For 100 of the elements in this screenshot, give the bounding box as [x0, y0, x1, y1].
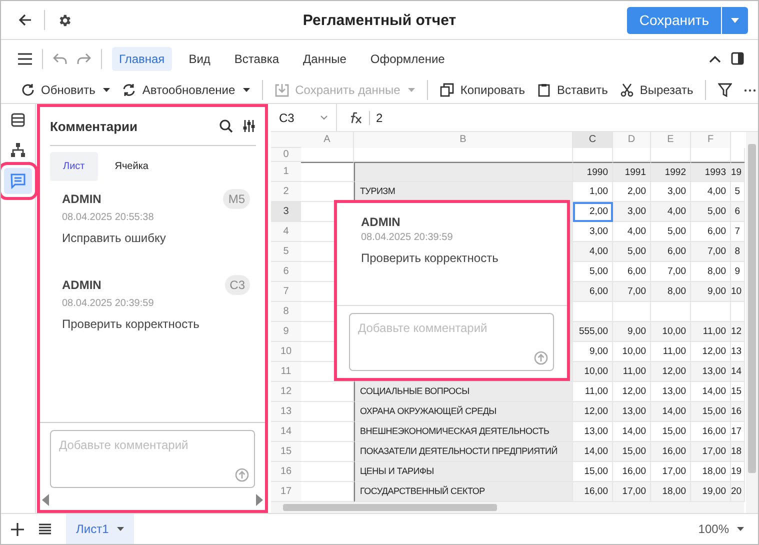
- row-header[interactable]: 17: [271, 482, 301, 502]
- row-header[interactable]: 15: [271, 442, 301, 462]
- comment-text: Проверить корректность: [62, 317, 200, 331]
- menu-tab[interactable]: Вид: [182, 46, 218, 70]
- table-cell: 19: [731, 162, 745, 182]
- scrollbar-thumb[interactable]: [283, 504, 497, 511]
- comment-icon: [10, 173, 26, 189]
- save-button[interactable]: Сохранить: [627, 6, 721, 34]
- comment-date: 08.04.2025 20:39:59: [361, 232, 454, 243]
- scrollbar[interactable]: [271, 502, 744, 513]
- corner-cell[interactable]: [271, 132, 301, 148]
- comment-text: Исправить ошибку: [62, 231, 167, 245]
- cell-reference[interactable]: M5: [223, 189, 250, 209]
- search-icon[interactable]: [219, 119, 233, 133]
- row-header[interactable]: 16: [271, 462, 301, 482]
- row-header[interactable]: 13: [271, 402, 301, 422]
- table-cell: 14: [731, 362, 745, 382]
- menu-icon[interactable]: [18, 52, 32, 64]
- save-dropdown-button[interactable]: [722, 6, 748, 34]
- undo-icon[interactable]: [53, 52, 67, 64]
- sheet-list-icon[interactable]: [39, 523, 51, 535]
- comment-input[interactable]: Добавьте комментарий: [50, 430, 255, 488]
- table-cell: 7,00: [613, 282, 651, 302]
- comment-text: Проверить корректность: [361, 251, 500, 265]
- row-header[interactable]: 9: [271, 322, 301, 342]
- row-header[interactable]: 6: [271, 262, 301, 282]
- comments-button[interactable]: [4, 168, 32, 194]
- formula-field[interactable]: 2: [370, 110, 383, 124]
- table-cell: 19,00: [691, 482, 731, 502]
- refresh-icon: [21, 83, 35, 97]
- caret-icon: [737, 527, 744, 531]
- more-icon[interactable]: [744, 88, 756, 92]
- menu-tab[interactable]: Вставка: [227, 46, 286, 70]
- add-sheet-icon[interactable]: [11, 522, 24, 536]
- toolbar-button[interactable]: Копировать: [440, 83, 525, 97]
- panel-tab[interactable]: Лист: [50, 152, 98, 181]
- collapse-icon[interactable]: [709, 54, 721, 62]
- scrollbar[interactable]: [746, 132, 758, 513]
- sheet-tab[interactable]: Лист1: [66, 514, 134, 544]
- column-header[interactable]: B: [354, 132, 573, 148]
- row-header[interactable]: 11: [271, 362, 301, 382]
- row-header[interactable]: 10: [271, 342, 301, 362]
- cell-name-box[interactable]: C3: [271, 104, 337, 131]
- table-cell: 10: [731, 282, 745, 302]
- column-header[interactable]: D: [613, 132, 651, 148]
- panel-title: Комментарии: [50, 118, 138, 134]
- table-cell: 9,00: [691, 282, 731, 302]
- scrollbar-thumb[interactable]: [748, 144, 756, 473]
- table-cell: 6,00: [573, 282, 613, 302]
- caret-icon: [408, 88, 416, 92]
- toolbar-button[interactable]: Вставить: [536, 83, 608, 97]
- table-cell: 1991: [613, 162, 651, 182]
- column-header[interactable]: C: [573, 132, 613, 148]
- table-cell: 4,00: [573, 242, 613, 262]
- table-cell: 16,00: [573, 482, 613, 502]
- table-cell: 1992: [651, 162, 691, 182]
- comment-input[interactable]: Добавьте комментарий: [349, 313, 554, 371]
- row-header[interactable]: 7: [271, 282, 301, 302]
- table-cell: 14,00: [573, 442, 613, 462]
- column-header[interactable]: E: [651, 132, 691, 148]
- table-cell: 13,00: [613, 402, 651, 422]
- toolbar-button[interactable]: Обновить: [21, 83, 110, 97]
- menu-tab[interactable]: Оформление: [363, 46, 452, 70]
- toolbar-button[interactable]: Автообновление: [122, 83, 250, 97]
- column-header[interactable]: A: [301, 132, 354, 148]
- back-icon[interactable]: [18, 13, 32, 27]
- row-header[interactable]: 12: [271, 382, 301, 402]
- row-header[interactable]: 2: [271, 182, 301, 202]
- chevron-icon: [320, 115, 328, 120]
- download-icon: [275, 83, 290, 97]
- row-header[interactable]: 8: [271, 302, 301, 322]
- column-header[interactable]: F: [691, 132, 731, 148]
- scroll-left-icon[interactable]: [42, 494, 49, 506]
- filter-settings-icon[interactable]: [242, 119, 256, 133]
- scroll-right-icon[interactable]: [256, 494, 263, 506]
- zoom-dropdown[interactable]: 100%: [698, 522, 744, 536]
- table-cell: 8: [731, 242, 745, 262]
- row-header[interactable]: 5: [271, 242, 301, 262]
- row-header[interactable]: 4: [271, 222, 301, 242]
- row-header[interactable]: 3: [271, 202, 301, 222]
- row-header[interactable]: 1: [271, 162, 301, 182]
- table-cell: 15,00: [613, 442, 651, 462]
- toolbar-button[interactable]: Вырезать: [620, 83, 694, 97]
- table-cell: ТУРИЗМ: [354, 182, 573, 202]
- panel-tab[interactable]: Ячейка: [102, 152, 162, 181]
- table-cell: 12,00: [573, 402, 613, 422]
- cell-reference[interactable]: C3: [224, 275, 250, 295]
- hierarchy-icon: [11, 143, 25, 157]
- row-header[interactable]: 0: [271, 148, 301, 162]
- menu-tab[interactable]: Главная: [112, 46, 172, 70]
- window-title: Регламентный отчет: [302, 12, 456, 28]
- menu-tab[interactable]: Данные: [296, 46, 354, 70]
- settings-icon[interactable]: [57, 12, 72, 28]
- redo-icon[interactable]: [77, 52, 91, 64]
- filter-icon[interactable]: [718, 83, 732, 97]
- layers-icon: [11, 113, 25, 127]
- panel-toggle-icon[interactable]: [731, 52, 744, 65]
- row-header[interactable]: 14: [271, 422, 301, 442]
- table-cell: 17,00: [613, 482, 651, 502]
- table-cell: ПОКАЗАТЕЛИ ДЕЯТЕЛЬНОСТИ ПРЕДПРИЯТИЙ: [354, 442, 573, 462]
